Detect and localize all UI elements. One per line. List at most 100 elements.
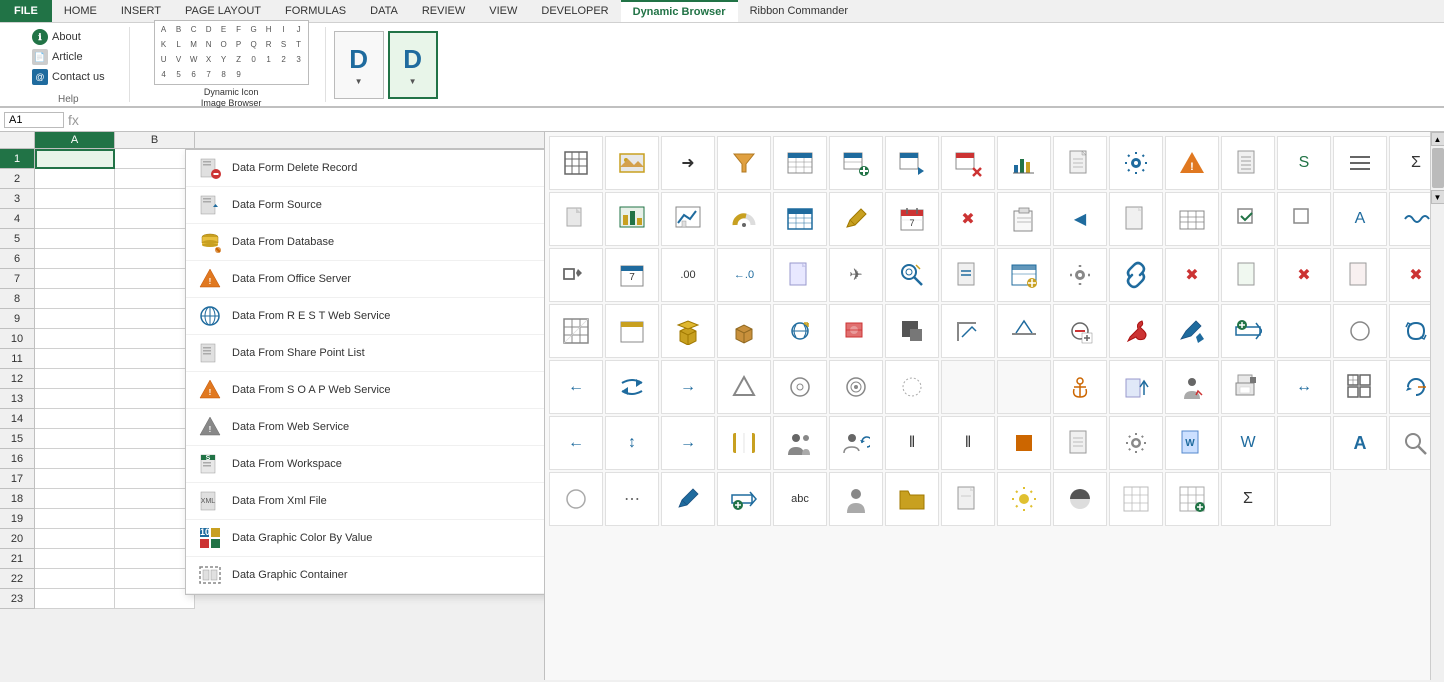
icon-cell-40[interactable] xyxy=(997,248,1051,302)
cell-a19[interactable] xyxy=(35,509,115,529)
cell-b18[interactable] xyxy=(115,489,195,509)
icon-cell-108[interactable]: Σ xyxy=(1221,472,1275,526)
icon-cell-59[interactable] xyxy=(1165,304,1219,358)
icon-cell-87[interactable]: ‖ xyxy=(941,416,995,470)
cell-a8[interactable] xyxy=(35,289,115,309)
icon-cell-102[interactable] xyxy=(885,472,939,526)
icon-cell-68[interactable] xyxy=(773,360,827,414)
cell-b17[interactable] xyxy=(115,469,195,489)
tab-dynamic-browser[interactable]: Dynamic Browser xyxy=(621,0,738,22)
icon-cell-8[interactable] xyxy=(997,136,1051,190)
icon-cell-83[interactable] xyxy=(717,416,771,470)
dropdown-item-data-from-xml-file[interactable]: XML Data From Xml File xyxy=(186,483,544,520)
icon-cell-6[interactable] xyxy=(885,136,939,190)
cell-b3[interactable] xyxy=(115,189,195,209)
icon-cell-71[interactable] xyxy=(941,360,995,414)
icon-cell-15[interactable]: Σ xyxy=(1389,136,1430,190)
icon-cell-38[interactable] xyxy=(885,248,939,302)
row-header-10[interactable]: 10 xyxy=(0,329,35,349)
icon-cell-25[interactable]: ◀ xyxy=(1053,192,1107,246)
icon-cell-28[interactable] xyxy=(1221,192,1275,246)
icon-cell-57[interactable] xyxy=(1053,304,1107,358)
cell-reference-input[interactable] xyxy=(4,112,64,128)
cell-a5[interactable] xyxy=(35,229,115,249)
icon-cell-73[interactable] xyxy=(1053,360,1107,414)
icon-cell-51[interactable] xyxy=(717,304,771,358)
cell-b16[interactable] xyxy=(115,449,195,469)
icon-cell-46[interactable] xyxy=(1333,248,1387,302)
icon-cell-80[interactable]: ← xyxy=(549,416,603,470)
cell-b20[interactable] xyxy=(115,529,195,549)
row-header-17[interactable]: 17 xyxy=(0,469,35,489)
icon-cell-61[interactable] xyxy=(1277,304,1331,358)
cell-b19[interactable] xyxy=(115,509,195,529)
scroll-thumb[interactable] xyxy=(1432,148,1444,188)
icon-cell-5[interactable] xyxy=(829,136,883,190)
col-header-a[interactable]: A xyxy=(35,132,115,148)
icon-cell-31[interactable] xyxy=(1389,192,1430,246)
row-header-4[interactable]: 4 xyxy=(0,209,35,229)
row-header-19[interactable]: 19 xyxy=(0,509,35,529)
cell-b22[interactable] xyxy=(115,569,195,589)
icon-cell-75[interactable] xyxy=(1165,360,1219,414)
icon-cell-95[interactable] xyxy=(1389,416,1430,470)
icon-cell-0[interactable] xyxy=(549,136,603,190)
icon-cell-98[interactable] xyxy=(661,472,715,526)
icon-cell-63[interactable] xyxy=(1389,304,1430,358)
dropdown-item-data-graphic-color-by-value[interactable]: 10 Data Graphic Color By Value xyxy=(186,520,544,557)
icon-cell-52[interactable] xyxy=(773,304,827,358)
cell-b10[interactable] xyxy=(115,329,195,349)
cell-b21[interactable] xyxy=(115,549,195,569)
icon-cell-92[interactable]: W xyxy=(1221,416,1275,470)
icon-cell-24[interactable] xyxy=(997,192,1051,246)
icon-cell-23[interactable]: ✖ xyxy=(941,192,995,246)
tab-file[interactable]: FILE xyxy=(0,0,52,22)
icon-cell-12[interactable] xyxy=(1221,136,1275,190)
icon-cell-94[interactable]: A xyxy=(1333,416,1387,470)
icon-cell-36[interactable] xyxy=(773,248,827,302)
cell-b7[interactable] xyxy=(115,269,195,289)
cell-a7[interactable] xyxy=(35,269,115,289)
row-header-6[interactable]: 6 xyxy=(0,249,35,269)
cell-b8[interactable] xyxy=(115,289,195,309)
icon-cell-34[interactable]: .00 xyxy=(661,248,715,302)
cell-a10[interactable] xyxy=(35,329,115,349)
icon-cell-78[interactable] xyxy=(1333,360,1387,414)
cell-a18[interactable] xyxy=(35,489,115,509)
icon-cell-99[interactable] xyxy=(717,472,771,526)
cell-b4[interactable] xyxy=(115,209,195,229)
cell-b11[interactable] xyxy=(115,349,195,369)
icon-cell-30[interactable]: A xyxy=(1333,192,1387,246)
icon-cell-60[interactable] xyxy=(1221,304,1275,358)
icon-cell-105[interactable] xyxy=(1053,472,1107,526)
dropdown-item-data-form-source[interactable]: Data Form Source xyxy=(186,187,544,224)
formula-input[interactable] xyxy=(83,114,1440,126)
icon-cell-53[interactable] xyxy=(829,304,883,358)
cell-a4[interactable] xyxy=(35,209,115,229)
icon-cell-90[interactable] xyxy=(1109,416,1163,470)
dropdown-item-data-form-delete-record[interactable]: Data Form Delete Record xyxy=(186,150,544,187)
dropdown-item-data-from-web-service[interactable]: ! Data From Web Service xyxy=(186,409,544,446)
icon-cell-11[interactable]: ! xyxy=(1165,136,1219,190)
contact-us-button[interactable]: @ Contact us xyxy=(28,68,109,86)
icon-cell-88[interactable] xyxy=(997,416,1051,470)
dropdown-item-data-graphic-container[interactable]: Data Graphic Container xyxy=(186,557,544,594)
row-header-21[interactable]: 21 xyxy=(0,549,35,569)
icon-cell-42[interactable] xyxy=(1109,248,1163,302)
dropdown-item-data-from-office-server[interactable]: ! Data From Office Server xyxy=(186,261,544,298)
tab-ribbon-commander[interactable]: Ribbon Commander xyxy=(738,0,860,22)
cell-a2[interactable] xyxy=(35,169,115,189)
icon-cell-22[interactable]: 7 xyxy=(885,192,939,246)
icon-cell-76[interactable] xyxy=(1221,360,1275,414)
icon-cell-82[interactable]: → xyxy=(661,416,715,470)
icon-cell-35[interactable]: ←.0 xyxy=(717,248,771,302)
row-header-16[interactable]: 16 xyxy=(0,449,35,469)
row-header-14[interactable]: 14 xyxy=(0,409,35,429)
vertical-scrollbar[interactable]: ▲ ▼ xyxy=(1430,132,1444,680)
row-header-22[interactable]: 22 xyxy=(0,569,35,589)
row-header-9[interactable]: 9 xyxy=(0,309,35,329)
icon-cell-70[interactable] xyxy=(885,360,939,414)
row-header-18[interactable]: 18 xyxy=(0,489,35,509)
icon-cell-37[interactable]: ✈ xyxy=(829,248,883,302)
icon-cell-64[interactable]: ← xyxy=(549,360,603,414)
